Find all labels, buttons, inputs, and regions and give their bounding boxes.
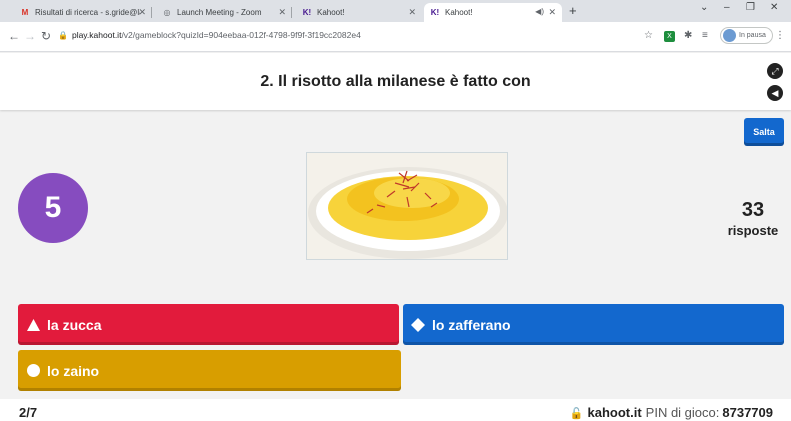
url-host: play.kahoot.it	[71, 30, 122, 40]
tab-label: Kahoot!	[445, 8, 473, 17]
answer-label: la zucca	[47, 316, 102, 333]
browser-tab-bar: M Risultati di ricerca - s.gride@lade ✕ …	[0, 0, 791, 22]
answer-option-triangle[interactable]: la zucca	[18, 304, 399, 345]
reading-list-icon[interactable]: ≡	[702, 30, 708, 41]
kahoot-icon: K!	[302, 7, 312, 17]
back-icon[interactable]: ←	[8, 29, 20, 43]
url-path: /v2/gameblock?quizId=904eebaa-012f-4798-…	[121, 30, 361, 40]
question-image	[306, 152, 508, 260]
tab-kahoot-1[interactable]: K! Kahoot! ✕	[296, 3, 422, 22]
lock-icon: 🔓	[569, 408, 584, 420]
close-icon[interactable]: ✕	[408, 7, 416, 18]
tab-label: Risultati di ricerca - s.gride@lade	[35, 8, 140, 17]
circle-icon	[26, 364, 40, 378]
extensions-puzzle-icon[interactable]: ✱	[684, 30, 692, 41]
tab-separator	[151, 7, 152, 18]
countdown-timer: 5	[18, 173, 88, 243]
tab-gmail[interactable]: M Risultati di ricerca - s.gride@lade ✕	[14, 3, 152, 22]
question-progress: 2/7	[19, 405, 38, 420]
sound-icon[interactable]: ◀	[767, 85, 783, 101]
answers-count-label: risposte	[727, 223, 779, 238]
tab-zoom[interactable]: ◎ Launch Meeting - Zoom ✕	[156, 3, 292, 22]
fullscreen-icon[interactable]: ⤢	[767, 63, 783, 79]
zoom-icon: ◎	[163, 7, 171, 17]
profile-label: In pausa	[739, 32, 766, 39]
profile-button[interactable]: In pausa	[720, 27, 773, 44]
tab-kahoot-active[interactable]: K! Kahoot! ◀) ✕	[424, 3, 562, 22]
new-tab-button[interactable]: +	[569, 3, 577, 18]
tab-label: Kahoot!	[317, 8, 345, 17]
pin-label: PIN di gioco:	[645, 405, 720, 420]
star-icon[interactable]: ☆	[644, 30, 653, 41]
answer-option-diamond[interactable]: lo zafferano	[403, 304, 784, 345]
forward-icon[interactable]: →	[24, 29, 36, 43]
close-icon[interactable]: ✕	[548, 7, 556, 18]
game-pin: 🔓 kahoot.it PIN di gioco: 8737709	[570, 405, 773, 420]
extension-icon[interactable]: X	[664, 31, 675, 42]
question-title: 2. Il risotto alla milanese è fatto con	[260, 73, 531, 90]
menu-icon[interactable]: ⋮	[775, 30, 785, 41]
site-name: kahoot.it	[587, 405, 642, 420]
risotto-illustration	[307, 153, 507, 259]
answer-option-circle[interactable]: lo zaino	[18, 350, 401, 391]
kahoot-icon: K!	[430, 7, 440, 17]
tab-separator	[291, 7, 292, 18]
close-icon[interactable]: ✕	[138, 7, 146, 18]
answers-count-value: 33	[741, 199, 765, 221]
skip-button[interactable]: Salta	[744, 118, 784, 146]
avatar	[723, 29, 736, 42]
answer-label: lo zaino	[47, 362, 100, 379]
close-icon[interactable]: ✕	[278, 7, 286, 18]
lock-icon: 🔒	[58, 31, 68, 40]
url-field[interactable]: 🔒 play.kahoot.it/v2/gameblock?quizId=904e…	[58, 30, 361, 40]
address-bar: ← → ↻ 🔒 play.kahoot.it/v2/gameblock?quizI…	[0, 22, 791, 52]
tab-search-icon[interactable]: ⌄	[700, 2, 708, 13]
window-close-button[interactable]: ✕	[770, 2, 778, 13]
triangle-icon	[26, 318, 40, 332]
pin-value: 8737709	[722, 405, 773, 420]
gmail-icon: M	[21, 7, 29, 17]
tab-label: Launch Meeting - Zoom	[177, 8, 262, 17]
minimize-button[interactable]: –	[724, 2, 730, 13]
diamond-icon	[411, 317, 425, 332]
reload-icon[interactable]: ↻	[41, 29, 51, 43]
maximize-button[interactable]: ❐	[746, 2, 755, 13]
answer-label: lo zafferano	[432, 316, 511, 333]
speaker-icon[interactable]: ◀)	[535, 7, 544, 16]
answers-counter: 33 risposte	[720, 199, 786, 238]
